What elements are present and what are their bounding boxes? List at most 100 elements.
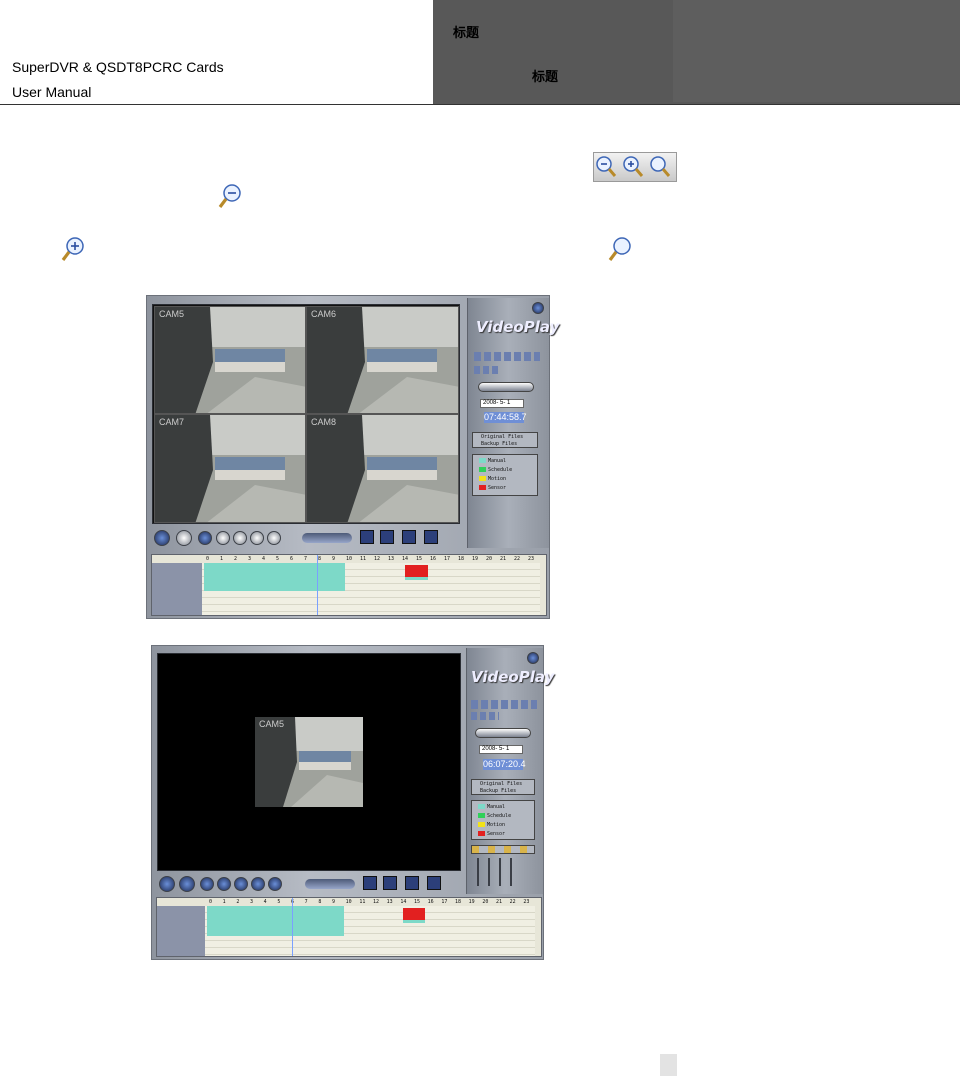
layout-4-button[interactable] <box>380 530 394 544</box>
playback-controls <box>157 874 461 894</box>
prev-frame-button[interactable] <box>217 877 231 891</box>
timeline-hour-label: 22 <box>509 899 516 905</box>
fast-button[interactable] <box>251 877 265 891</box>
date-picker[interactable]: 2008- 5- 1 <box>479 745 523 754</box>
legend-item[interactable]: Sensor <box>478 831 505 837</box>
video-area: CAM5 <box>157 653 461 871</box>
zoom-out-icon[interactable] <box>596 156 617 177</box>
side-panel: VideoPlay 2008- 5- 1 07:44:58.7 Original… <box>467 298 559 548</box>
tool-icons-row[interactable] <box>471 700 537 709</box>
layout-9-button[interactable] <box>402 530 416 544</box>
timeline-hour-label: 2 <box>234 556 238 562</box>
color-adjust-icons[interactable] <box>471 845 535 854</box>
timeline-camera-list[interactable] <box>157 906 205 956</box>
panel-title: VideoPlay <box>471 668 555 686</box>
camera-view-3[interactable]: CAM7 <box>154 414 306 523</box>
camera-view-4[interactable]: CAM8 <box>306 414 459 523</box>
layout-4-button[interactable] <box>383 876 397 890</box>
radio-backup-files[interactable]: Backup Files <box>481 441 517 447</box>
legend-item[interactable]: Motion <box>479 476 506 482</box>
date-picker[interactable]: 2008- 5- 1 <box>480 399 524 408</box>
reverse-button[interactable] <box>179 876 195 892</box>
radio-backup-files[interactable]: Backup Files <box>480 788 516 794</box>
timeline-hour-label: 21 <box>500 556 507 562</box>
timeline[interactable]: 01234567891011121314151617181920212223 <box>156 897 542 957</box>
reverse-button[interactable] <box>176 530 192 546</box>
legend-label: Sensor <box>487 831 506 837</box>
camera-label: CAM6 <box>311 309 337 319</box>
panel-title: VideoPlay <box>476 318 560 336</box>
swatch-manual <box>479 458 486 463</box>
layout-1-button[interactable] <box>363 876 377 890</box>
timeline-hour-label: 15 <box>414 899 421 905</box>
swatch-motion <box>479 476 486 481</box>
slow-button[interactable] <box>233 531 247 545</box>
fast-button[interactable] <box>250 531 264 545</box>
timeline-hour-label: 4 <box>263 899 267 905</box>
legend-label: Manual <box>487 804 506 810</box>
close-button[interactable] <box>532 302 544 314</box>
legend-item[interactable]: Sensor <box>479 485 506 491</box>
stop-button[interactable] <box>198 531 212 545</box>
side-panel: VideoPlay 2008- 5- 1 06:07:20.4 Original… <box>466 648 554 894</box>
zoom-in-icon <box>61 237 84 261</box>
legend-item[interactable]: Manual <box>478 804 505 810</box>
stop-button[interactable] <box>200 877 214 891</box>
legend-label: Sensor <box>488 485 507 491</box>
camera-view-1[interactable]: CAM5 <box>154 306 306 414</box>
timeline-cursor[interactable] <box>292 898 293 956</box>
next-frame-button[interactable] <box>267 531 281 545</box>
timeline-hour-label: 17 <box>444 556 451 562</box>
seek-slider[interactable] <box>475 728 531 738</box>
recording-block-sensor <box>405 565 428 577</box>
page-number-box <box>660 1054 677 1076</box>
camera-label: CAM5 <box>259 719 285 729</box>
legend-item[interactable]: Schedule <box>478 813 511 819</box>
color-adjust-sliders[interactable] <box>477 858 521 886</box>
camera-view-2[interactable]: CAM6 <box>306 306 459 414</box>
radio-original-files[interactable]: Original Files <box>480 781 522 787</box>
recording-block-manual <box>405 577 428 580</box>
play-button[interactable] <box>159 876 175 892</box>
camera-image <box>155 415 305 522</box>
record-type-legend: Manual Schedule Motion Sensor <box>471 800 535 840</box>
recording-block-manual <box>204 563 345 591</box>
layout-9-button[interactable] <box>405 876 419 890</box>
timeline[interactable]: 01234567891011121314151617181920212223 <box>151 554 547 616</box>
legend-item[interactable]: Schedule <box>479 467 512 473</box>
timeline-hour-label: 22 <box>514 556 521 562</box>
legend-item[interactable]: Motion <box>478 822 505 828</box>
zoom-in-icon[interactable] <box>623 156 644 177</box>
layout-1-button[interactable] <box>360 530 374 544</box>
seek-slider[interactable] <box>478 382 534 392</box>
speed-slider[interactable] <box>305 879 355 889</box>
timeline-hour-label: 4 <box>262 556 266 562</box>
timeline-hour-label: 14 <box>400 899 407 905</box>
speed-slider[interactable] <box>302 533 352 543</box>
radio-original-files[interactable]: Original Files <box>481 434 523 440</box>
timeline-hour-label: 18 <box>455 899 462 905</box>
slow-button[interactable] <box>234 877 248 891</box>
timeline-hour-label: 7 <box>304 899 308 905</box>
timeline-hour-label: 19 <box>468 899 475 905</box>
next-frame-button[interactable] <box>268 877 282 891</box>
timeline-camera-list[interactable] <box>152 563 202 615</box>
camera-view-1[interactable]: CAM5 <box>255 717 363 807</box>
close-button[interactable] <box>527 652 539 664</box>
pause-button[interactable] <box>154 530 170 546</box>
zoom-tool-icons[interactable] <box>471 712 499 720</box>
layout-16-button[interactable] <box>424 530 438 544</box>
legend-item[interactable]: Manual <box>479 458 506 464</box>
timeline-hour-label: 16 <box>430 556 437 562</box>
prev-frame-button[interactable] <box>216 531 230 545</box>
swatch-manual <box>478 804 485 809</box>
zoom-fit-icon[interactable] <box>650 156 671 177</box>
timeline-cursor[interactable] <box>317 555 318 615</box>
tool-icons-row[interactable] <box>474 352 540 361</box>
videoplay-window-quad: CAM5 CAM6 CAM7 CAM8 VideoPlay 2008- 5- 1… <box>146 295 559 619</box>
timeline-hours: 01234567891011121314151617181920212223 <box>207 898 535 906</box>
camera-image <box>155 307 305 413</box>
layout-16-button[interactable] <box>427 876 441 890</box>
zoom-out-icon <box>218 184 241 208</box>
zoom-tool-icons[interactable] <box>474 366 500 374</box>
